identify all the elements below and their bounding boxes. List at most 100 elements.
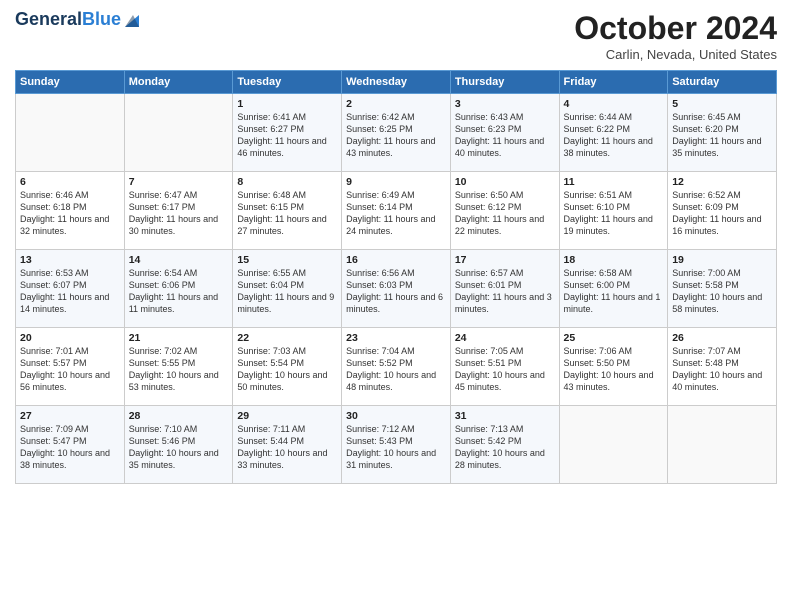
calendar-cell: 28Sunrise: 7:10 AMSunset: 5:46 PMDayligh… (124, 406, 233, 484)
day-info: Sunrise: 6:43 AMSunset: 6:23 PMDaylight:… (455, 111, 555, 160)
calendar-cell: 24Sunrise: 7:05 AMSunset: 5:51 PMDayligh… (450, 328, 559, 406)
calendar-cell: 8Sunrise: 6:48 AMSunset: 6:15 PMDaylight… (233, 172, 342, 250)
calendar-week-2: 13Sunrise: 6:53 AMSunset: 6:07 PMDayligh… (16, 250, 777, 328)
calendar-cell: 4Sunrise: 6:44 AMSunset: 6:22 PMDaylight… (559, 94, 668, 172)
calendar-week-1: 6Sunrise: 6:46 AMSunset: 6:18 PMDaylight… (16, 172, 777, 250)
calendar-cell: 16Sunrise: 6:56 AMSunset: 6:03 PMDayligh… (342, 250, 451, 328)
calendar-cell: 25Sunrise: 7:06 AMSunset: 5:50 PMDayligh… (559, 328, 668, 406)
calendar-header: SundayMondayTuesdayWednesdayThursdayFrid… (16, 71, 777, 94)
calendar-cell: 7Sunrise: 6:47 AMSunset: 6:17 PMDaylight… (124, 172, 233, 250)
calendar-week-0: 1Sunrise: 6:41 AMSunset: 6:27 PMDaylight… (16, 94, 777, 172)
day-info: Sunrise: 6:46 AMSunset: 6:18 PMDaylight:… (20, 189, 120, 238)
day-number: 10 (455, 176, 555, 188)
header-cell-monday: Monday (124, 71, 233, 94)
logo-text: GeneralBlue (15, 10, 121, 30)
day-number: 23 (346, 332, 446, 344)
calendar-cell: 27Sunrise: 7:09 AMSunset: 5:47 PMDayligh… (16, 406, 125, 484)
day-info: Sunrise: 6:45 AMSunset: 6:20 PMDaylight:… (672, 111, 772, 160)
day-number: 1 (237, 98, 337, 110)
calendar-cell: 31Sunrise: 7:13 AMSunset: 5:42 PMDayligh… (450, 406, 559, 484)
day-info: Sunrise: 7:06 AMSunset: 5:50 PMDaylight:… (564, 345, 664, 394)
day-info: Sunrise: 7:12 AMSunset: 5:43 PMDaylight:… (346, 423, 446, 472)
calendar-cell: 1Sunrise: 6:41 AMSunset: 6:27 PMDaylight… (233, 94, 342, 172)
day-info: Sunrise: 7:02 AMSunset: 5:55 PMDaylight:… (129, 345, 229, 394)
day-number: 11 (564, 176, 664, 188)
day-info: Sunrise: 7:03 AMSunset: 5:54 PMDaylight:… (237, 345, 337, 394)
calendar-cell: 11Sunrise: 6:51 AMSunset: 6:10 PMDayligh… (559, 172, 668, 250)
calendar-cell: 29Sunrise: 7:11 AMSunset: 5:44 PMDayligh… (233, 406, 342, 484)
calendar-cell: 2Sunrise: 6:42 AMSunset: 6:25 PMDaylight… (342, 94, 451, 172)
day-number: 14 (129, 254, 229, 266)
day-number: 8 (237, 176, 337, 188)
calendar-cell: 13Sunrise: 6:53 AMSunset: 6:07 PMDayligh… (16, 250, 125, 328)
calendar-cell: 9Sunrise: 6:49 AMSunset: 6:14 PMDaylight… (342, 172, 451, 250)
header-cell-friday: Friday (559, 71, 668, 94)
day-number: 9 (346, 176, 446, 188)
calendar-cell (559, 406, 668, 484)
calendar-cell: 19Sunrise: 7:00 AMSunset: 5:58 PMDayligh… (668, 250, 777, 328)
logo: GeneralBlue (15, 10, 141, 30)
day-info: Sunrise: 6:47 AMSunset: 6:17 PMDaylight:… (129, 189, 229, 238)
calendar-cell: 10Sunrise: 6:50 AMSunset: 6:12 PMDayligh… (450, 172, 559, 250)
calendar-week-4: 27Sunrise: 7:09 AMSunset: 5:47 PMDayligh… (16, 406, 777, 484)
day-info: Sunrise: 7:00 AMSunset: 5:58 PMDaylight:… (672, 267, 772, 316)
header-cell-tuesday: Tuesday (233, 71, 342, 94)
day-info: Sunrise: 6:48 AMSunset: 6:15 PMDaylight:… (237, 189, 337, 238)
calendar-cell: 21Sunrise: 7:02 AMSunset: 5:55 PMDayligh… (124, 328, 233, 406)
day-info: Sunrise: 6:56 AMSunset: 6:03 PMDaylight:… (346, 267, 446, 316)
day-number: 15 (237, 254, 337, 266)
calendar-cell: 17Sunrise: 6:57 AMSunset: 6:01 PMDayligh… (450, 250, 559, 328)
day-number: 24 (455, 332, 555, 344)
day-number: 6 (20, 176, 120, 188)
day-number: 13 (20, 254, 120, 266)
day-number: 3 (455, 98, 555, 110)
calendar-cell: 14Sunrise: 6:54 AMSunset: 6:06 PMDayligh… (124, 250, 233, 328)
calendar-body: 1Sunrise: 6:41 AMSunset: 6:27 PMDaylight… (16, 94, 777, 484)
day-number: 12 (672, 176, 772, 188)
day-number: 2 (346, 98, 446, 110)
day-info: Sunrise: 6:51 AMSunset: 6:10 PMDaylight:… (564, 189, 664, 238)
calendar-table: SundayMondayTuesdayWednesdayThursdayFrid… (15, 70, 777, 484)
calendar-cell: 12Sunrise: 6:52 AMSunset: 6:09 PMDayligh… (668, 172, 777, 250)
calendar-cell: 3Sunrise: 6:43 AMSunset: 6:23 PMDaylight… (450, 94, 559, 172)
header-cell-thursday: Thursday (450, 71, 559, 94)
header-cell-wednesday: Wednesday (342, 71, 451, 94)
calendar-cell (124, 94, 233, 172)
calendar-cell: 18Sunrise: 6:58 AMSunset: 6:00 PMDayligh… (559, 250, 668, 328)
calendar-cell: 6Sunrise: 6:46 AMSunset: 6:18 PMDaylight… (16, 172, 125, 250)
calendar-cell: 22Sunrise: 7:03 AMSunset: 5:54 PMDayligh… (233, 328, 342, 406)
calendar-cell: 5Sunrise: 6:45 AMSunset: 6:20 PMDaylight… (668, 94, 777, 172)
calendar-cell (16, 94, 125, 172)
day-number: 20 (20, 332, 120, 344)
header-cell-sunday: Sunday (16, 71, 125, 94)
day-number: 16 (346, 254, 446, 266)
calendar-cell (668, 406, 777, 484)
location: Carlin, Nevada, United States (574, 47, 777, 62)
header-row: SundayMondayTuesdayWednesdayThursdayFrid… (16, 71, 777, 94)
day-info: Sunrise: 7:01 AMSunset: 5:57 PMDaylight:… (20, 345, 120, 394)
day-number: 26 (672, 332, 772, 344)
page-container: GeneralBlue October 2024 Carlin, Nevada,… (0, 0, 792, 494)
day-number: 21 (129, 332, 229, 344)
day-info: Sunrise: 6:53 AMSunset: 6:07 PMDaylight:… (20, 267, 120, 316)
day-info: Sunrise: 6:44 AMSunset: 6:22 PMDaylight:… (564, 111, 664, 160)
logo-arrow-icon (123, 11, 141, 29)
header: GeneralBlue October 2024 Carlin, Nevada,… (15, 10, 777, 62)
day-number: 7 (129, 176, 229, 188)
day-info: Sunrise: 6:52 AMSunset: 6:09 PMDaylight:… (672, 189, 772, 238)
title-block: October 2024 Carlin, Nevada, United Stat… (574, 10, 777, 62)
day-number: 25 (564, 332, 664, 344)
day-info: Sunrise: 7:11 AMSunset: 5:44 PMDaylight:… (237, 423, 337, 472)
day-info: Sunrise: 7:04 AMSunset: 5:52 PMDaylight:… (346, 345, 446, 394)
day-info: Sunrise: 6:50 AMSunset: 6:12 PMDaylight:… (455, 189, 555, 238)
calendar-cell: 26Sunrise: 7:07 AMSunset: 5:48 PMDayligh… (668, 328, 777, 406)
month-title: October 2024 (574, 10, 777, 47)
day-number: 4 (564, 98, 664, 110)
day-info: Sunrise: 6:41 AMSunset: 6:27 PMDaylight:… (237, 111, 337, 160)
day-number: 19 (672, 254, 772, 266)
day-number: 18 (564, 254, 664, 266)
day-info: Sunrise: 7:13 AMSunset: 5:42 PMDaylight:… (455, 423, 555, 472)
day-info: Sunrise: 6:55 AMSunset: 6:04 PMDaylight:… (237, 267, 337, 316)
calendar-cell: 23Sunrise: 7:04 AMSunset: 5:52 PMDayligh… (342, 328, 451, 406)
day-number: 27 (20, 410, 120, 422)
